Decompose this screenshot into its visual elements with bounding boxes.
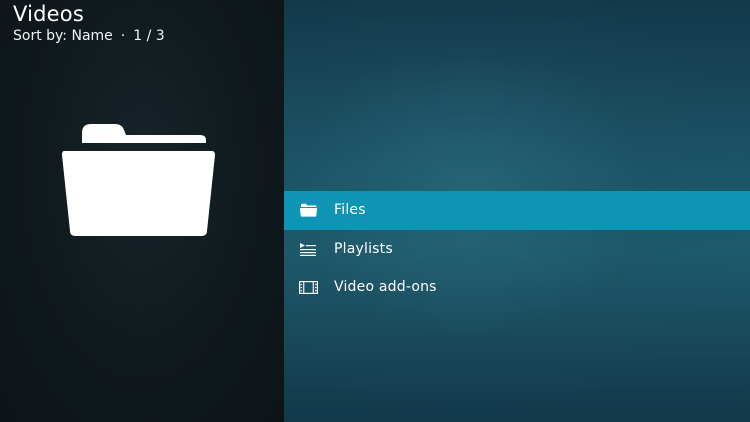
folder-icon xyxy=(62,124,215,236)
separator: · xyxy=(120,28,126,44)
playlist-icon xyxy=(298,241,318,257)
menu-item-playlists[interactable]: Playlists xyxy=(284,230,750,269)
sort-info: Sort by: Name · 1 / 3 xyxy=(13,27,165,45)
menu-item-video-add-ons[interactable]: Video add-ons xyxy=(284,268,750,307)
page-indicator: 1 / 3 xyxy=(133,28,165,44)
menu-item-label: Playlists xyxy=(334,240,393,257)
menu-item-label: Video add-ons xyxy=(334,279,437,296)
page-title: Videos xyxy=(13,2,84,26)
menu-item-files[interactable]: Files xyxy=(284,191,750,230)
preview-panel xyxy=(0,0,284,422)
header: Videos Sort by: Name · 1 / 3 xyxy=(13,2,165,45)
kodi-videos-screen: Videos Sort by: Name · 1 / 3 Files Playl… xyxy=(0,0,750,422)
folder-icon xyxy=(298,202,318,218)
video-menu: Files Playlists Video add-ons xyxy=(284,191,750,307)
film-strip-icon xyxy=(298,279,318,295)
menu-item-label: Files xyxy=(334,202,366,219)
sort-label: Sort by: Name xyxy=(13,28,113,44)
